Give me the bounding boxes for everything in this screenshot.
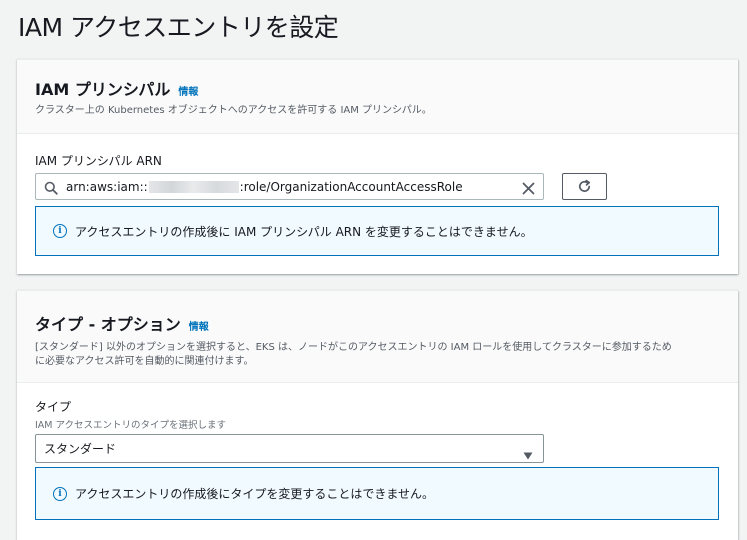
info-icon: i [53, 486, 67, 501]
type-alert: i アクセスエントリの作成後にタイプを変更することはできません。 [35, 467, 719, 520]
principal-arn-label: IAM プリンシパル ARN [35, 154, 162, 168]
type-panel-description-line2: に必要なアクセス許可を自動的に関連付けます。 [35, 356, 254, 367]
page-title: IAM アクセスエントリを設定 [18, 13, 339, 42]
principal-info-link[interactable]: 情報 [178, 83, 198, 98]
arn-prefix: arn:aws:iam:: [66, 179, 148, 194]
search-icon [44, 180, 58, 195]
type-field-description: IAM アクセスエントリのタイプを選択します [35, 420, 227, 431]
type-panel-header: タイプ - オプション 情報 [スタンダード] 以外のオプションを選択すると、E… [17, 291, 738, 383]
type-alert-text: アクセスエントリの作成後にタイプを変更することはできません。 [75, 487, 435, 501]
type-panel-title: タイプ - オプション [35, 315, 181, 334]
info-icon: i [53, 224, 67, 238]
principal-arn-input[interactable]: arn:aws:iam:: :role/OrganizationAccountA… [35, 173, 544, 200]
refresh-button[interactable] [562, 173, 607, 200]
type-panel: タイプ - オプション 情報 [スタンダード] 以外のオプションを選択すると、E… [17, 290, 738, 540]
principal-panel: IAM プリンシパル 情報 クラスター上の Kubernetes オブジェクトへ… [17, 59, 738, 274]
arn-text: arn:aws:iam:: :role/OrganizationAccountA… [66, 180, 463, 194]
arn-suffix: :role/OrganizationAccountAccessRole [239, 179, 463, 194]
principal-panel-description: クラスター上の Kubernetes オブジェクトへのアクセスを許可する IAM… [35, 105, 432, 116]
type-field-label: タイプ [35, 400, 72, 414]
caret-down-icon [523, 445, 533, 460]
type-selected-value: スタンダード [44, 442, 117, 456]
redacted-account-id [148, 180, 239, 193]
principal-panel-title: IAM プリンシパル [35, 80, 171, 99]
principal-alert: i アクセスエントリの作成後に IAM プリンシパル ARN を変更することはで… [35, 206, 719, 256]
refresh-icon [577, 179, 592, 194]
type-panel-description-line1: [スタンダード] 以外のオプションを選択すると、EKS は、ノードがこのアクセス… [35, 342, 672, 353]
type-info-link[interactable]: 情報 [189, 318, 209, 333]
close-icon[interactable] [522, 180, 535, 195]
principal-alert-text: アクセスエントリの作成後に IAM プリンシパル ARN を変更することはできま… [75, 224, 533, 239]
principal-panel-header: IAM プリンシパル 情報 クラスター上の Kubernetes オブジェクトへ… [17, 60, 738, 134]
type-select[interactable]: スタンダード [35, 434, 544, 463]
